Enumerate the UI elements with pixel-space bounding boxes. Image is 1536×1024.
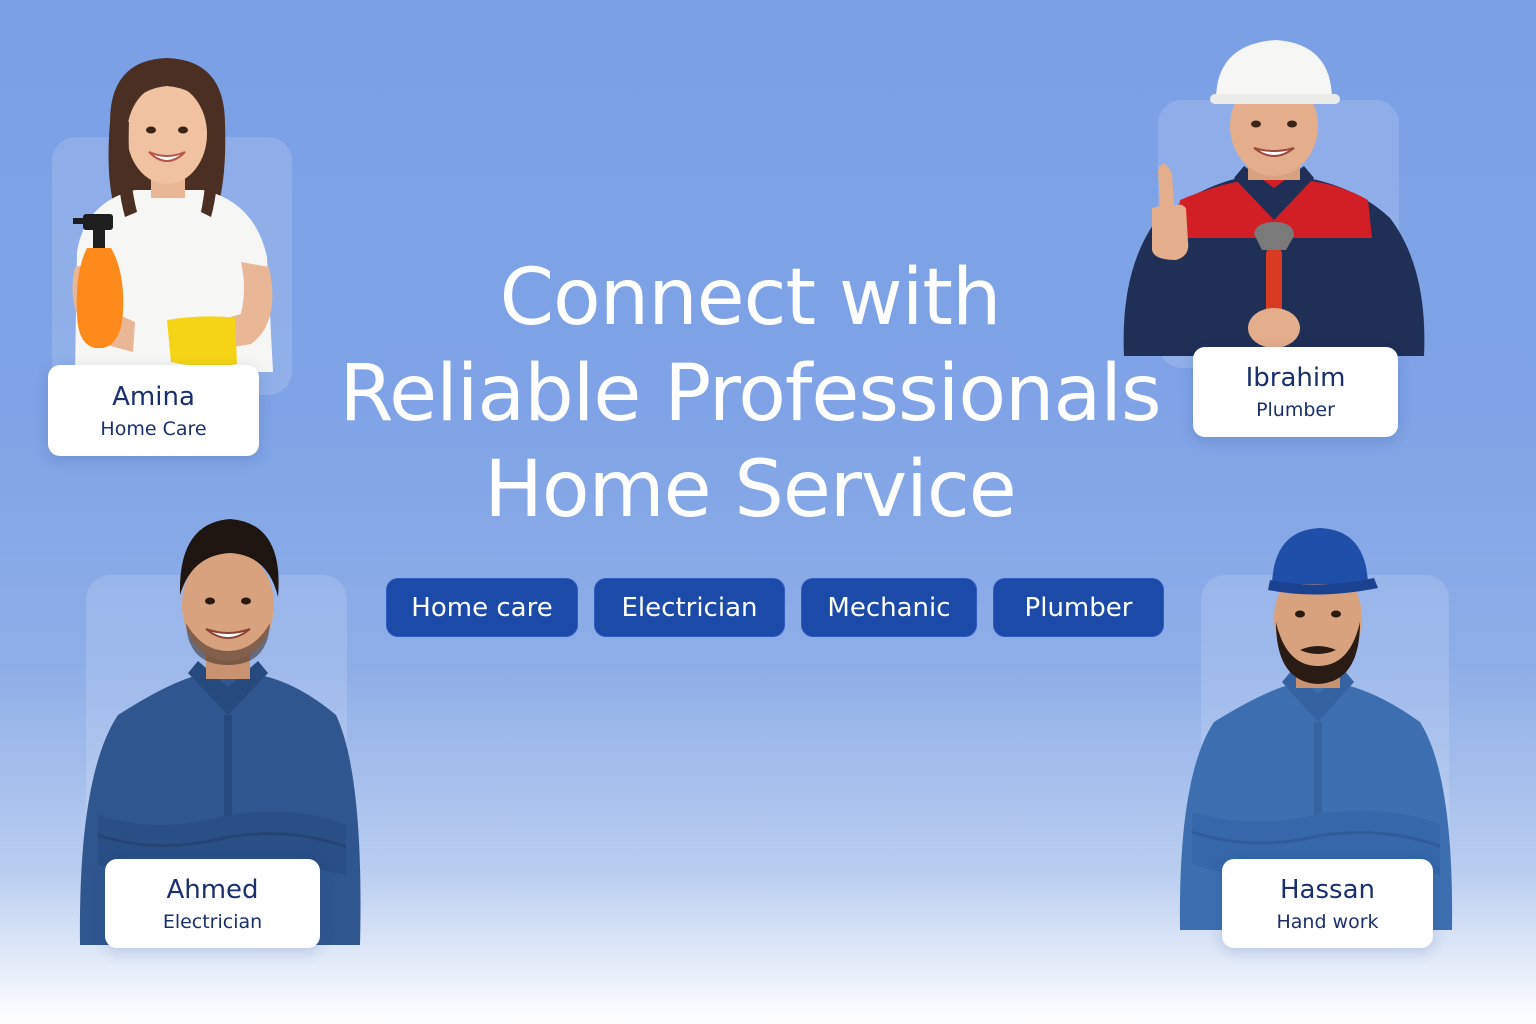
ibrahim-role: Plumber — [1256, 399, 1335, 421]
chip-plumber[interactable]: Plumber — [993, 578, 1164, 637]
hero-title-line-1: Connect with — [499, 253, 1002, 343]
hero-title-line-2: Reliable Professionals — [339, 349, 1161, 439]
ibrahim-name: Ibrahim — [1245, 363, 1346, 393]
amina-photo — [72, 58, 273, 372]
ibrahim-card[interactable]: Ibrahim Plumber — [1193, 347, 1398, 437]
ahmed-role: Electrician — [162, 910, 263, 933]
hassan-role: Hand work — [1276, 910, 1379, 933]
chip-home-care[interactable]: Home care — [386, 578, 578, 637]
hassan-card[interactable]: Hassan Hand work — [1222, 859, 1433, 948]
ahmed-name: Ahmed — [166, 874, 259, 905]
amina-card[interactable]: Amina Home Care — [48, 365, 259, 456]
ibrahim-photo — [1123, 40, 1425, 356]
ahmed-card[interactable]: Ahmed Electrician — [105, 859, 320, 948]
chip-electrician[interactable]: Electrician — [594, 578, 785, 637]
amina-name: Amina — [112, 381, 195, 412]
amina-role: Home Care — [100, 417, 207, 440]
hero-title: Connect with Reliable Professionals Home… — [300, 250, 1200, 538]
hassan-name: Hassan — [1280, 874, 1375, 905]
chip-mechanic[interactable]: Mechanic — [801, 578, 977, 637]
hero-title-line-3: Home Service — [484, 445, 1016, 535]
